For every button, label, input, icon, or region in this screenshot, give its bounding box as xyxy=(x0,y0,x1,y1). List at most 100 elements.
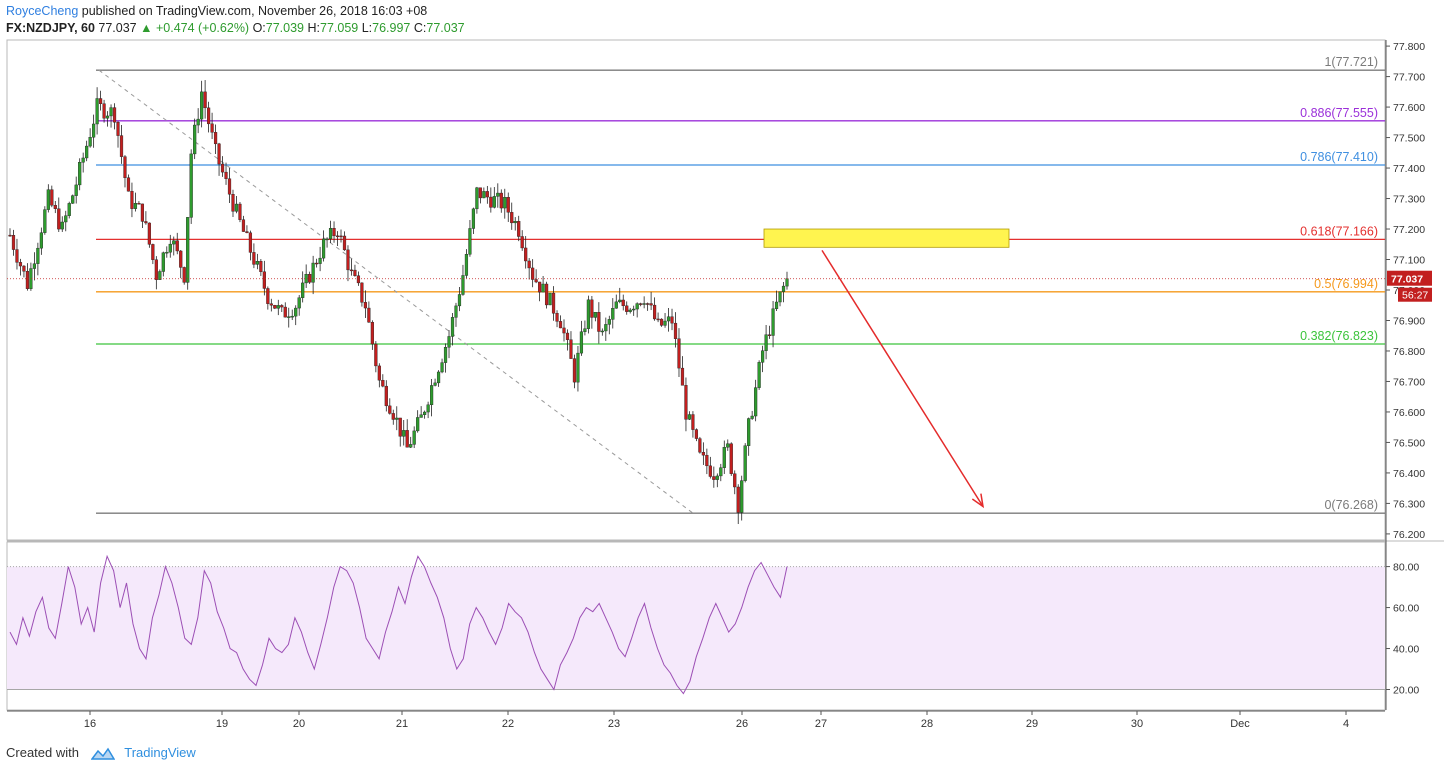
candle-body[interactable] xyxy=(259,261,263,272)
candle-body[interactable] xyxy=(705,454,709,467)
candle-body[interactable] xyxy=(339,235,343,238)
candle-body[interactable] xyxy=(632,308,636,311)
candle-body[interactable] xyxy=(356,275,361,284)
candle-body[interactable] xyxy=(46,189,50,210)
candle-body[interactable] xyxy=(71,195,75,204)
candle-body[interactable] xyxy=(482,191,486,199)
candle-body[interactable] xyxy=(548,292,552,306)
candle-body[interactable] xyxy=(161,252,165,272)
candle-body[interactable] xyxy=(551,292,556,314)
candle-body[interactable] xyxy=(666,316,671,322)
candle-body[interactable] xyxy=(750,415,754,419)
candle-body[interactable] xyxy=(165,251,169,254)
candle-body[interactable] xyxy=(485,191,489,198)
candle-body[interactable] xyxy=(283,306,287,318)
candle-body[interactable] xyxy=(621,299,625,307)
candle-body[interactable] xyxy=(318,257,322,264)
candle-body[interactable] xyxy=(179,250,183,268)
candle-body[interactable] xyxy=(565,332,570,340)
candle-body[interactable] xyxy=(412,430,416,445)
candle-body[interactable] xyxy=(384,385,388,407)
candle-body[interactable] xyxy=(402,430,406,437)
candle-body[interactable] xyxy=(747,418,751,446)
candle-body[interactable] xyxy=(273,305,277,309)
candle-body[interactable] xyxy=(778,291,782,303)
candle-body[interactable] xyxy=(754,387,758,417)
candle-body[interactable] xyxy=(245,231,249,234)
candle-body[interactable] xyxy=(691,414,695,430)
candle-body[interactable] xyxy=(130,191,134,209)
candle-body[interactable] xyxy=(189,153,193,218)
candle-body[interactable] xyxy=(262,271,266,289)
candle-body[interactable] xyxy=(22,265,26,272)
candle-body[interactable] xyxy=(248,232,253,253)
candle-body[interactable] xyxy=(395,417,399,420)
candle-body[interactable] xyxy=(614,301,618,309)
candle-body[interactable] xyxy=(423,411,427,415)
candle-body[interactable] xyxy=(694,429,699,439)
candle-body[interactable] xyxy=(112,107,117,123)
candle-body[interactable] xyxy=(534,279,538,283)
candle-body[interactable] xyxy=(381,379,385,387)
candle-body[interactable] xyxy=(217,143,221,165)
candle-body[interactable] xyxy=(78,162,82,186)
candle-body[interactable] xyxy=(409,444,413,448)
candle-body[interactable] xyxy=(464,254,469,276)
candle-body[interactable] xyxy=(140,203,145,222)
candle-body[interactable] xyxy=(39,232,43,249)
candle-body[interactable] xyxy=(478,187,482,199)
candle-body[interactable] xyxy=(57,208,61,230)
candle-body[interactable] xyxy=(440,362,444,373)
candle-body[interactable] xyxy=(558,321,563,329)
candle-body[interactable] xyxy=(18,262,23,267)
candle-body[interactable] xyxy=(81,157,85,163)
candle-body[interactable] xyxy=(687,414,692,420)
candle-body[interactable] xyxy=(635,303,639,310)
candle-body[interactable] xyxy=(137,203,141,205)
candle-body[interactable] xyxy=(151,244,155,260)
candle-body[interactable] xyxy=(200,91,204,120)
candle-body[interactable] xyxy=(517,221,521,237)
candle-body[interactable] xyxy=(346,249,350,271)
candle-body[interactable] xyxy=(98,98,103,104)
candle-body[interactable] xyxy=(144,221,148,224)
candle-body[interactable] xyxy=(520,236,524,249)
candle-body[interactable] xyxy=(238,203,242,220)
candle-body[interactable] xyxy=(36,247,40,264)
candle-body[interactable] xyxy=(88,137,92,147)
candle-body[interactable] xyxy=(147,222,151,245)
candle-body[interactable] xyxy=(119,135,124,157)
candle-body[interactable] xyxy=(325,238,329,241)
candle-body[interactable] xyxy=(193,124,197,155)
candle-body[interactable] xyxy=(210,123,214,133)
candle-body[interactable] xyxy=(715,475,719,480)
candle-body[interactable] xyxy=(301,282,305,298)
candle-body[interactable] xyxy=(67,203,71,216)
candle-body[interactable] xyxy=(531,267,535,280)
candle-body[interactable] xyxy=(234,203,239,212)
candle-body[interactable] xyxy=(426,404,430,413)
candle-body[interactable] xyxy=(541,283,545,293)
candle-body[interactable] xyxy=(252,252,256,265)
candle-body[interactable] xyxy=(74,184,78,196)
candle-body[interactable] xyxy=(659,318,664,326)
candle-body[interactable] xyxy=(767,334,772,336)
candle-body[interactable] xyxy=(102,103,106,119)
candle-body[interactable] xyxy=(25,271,30,289)
candle-body[interactable] xyxy=(656,318,660,321)
candle-body[interactable] xyxy=(736,486,740,513)
candle-body[interactable] xyxy=(781,285,786,292)
candle-body[interactable] xyxy=(510,212,514,224)
candle-body[interactable] xyxy=(708,465,712,477)
candle-body[interactable] xyxy=(11,235,16,250)
candle-body[interactable] xyxy=(719,467,723,477)
candle-body[interactable] xyxy=(583,328,587,332)
candle-body[interactable] xyxy=(555,313,559,322)
candle-body[interactable] xyxy=(50,189,54,206)
candle-body[interactable] xyxy=(597,312,601,332)
candle-body[interactable] xyxy=(109,107,113,117)
candle-body[interactable] xyxy=(8,234,12,237)
candle-body[interactable] xyxy=(513,221,517,224)
price-pane[interactable] xyxy=(6,39,1386,541)
candle-body[interactable] xyxy=(639,303,643,305)
